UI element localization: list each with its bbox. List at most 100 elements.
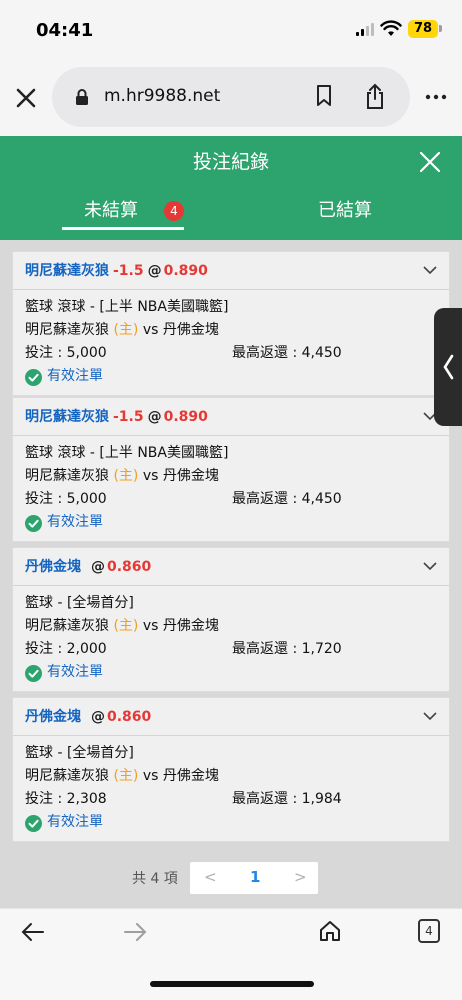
bet-at: @ (91, 709, 105, 725)
lock-icon (76, 89, 88, 105)
home-tag: (主) (113, 768, 139, 784)
home-indicator (150, 981, 314, 987)
bet-at: @ (147, 263, 162, 279)
close-icon[interactable] (12, 84, 40, 112)
forward-arrow-icon[interactable] (122, 921, 148, 943)
check-circle-icon (25, 515, 42, 532)
bookmark-icon[interactable] (315, 84, 333, 108)
bet-status: 有效注單 (25, 365, 437, 389)
bet-amounts: 投注 : 5,000 最高返還 : 4,450 (25, 488, 437, 511)
page-title: 投注紀錄 (192, 151, 269, 173)
more-icon[interactable] (425, 93, 447, 101)
bet-card: 明尼蘇達灰狼 -1.5 @0.890 籃球 滾球 - [上半 NBA美國職籃] 明尼… (12, 397, 450, 542)
bet-card-body: 籃球 滾球 - [上半 NBA美國職籃] 明尼蘇達灰狼 (主) vs 丹佛金塊 … (13, 290, 449, 395)
bet-card-header[interactable]: 明尼蘇達灰狼 -1.5 @0.890 (13, 398, 449, 436)
bet-match: 明尼蘇達灰狼 (主) vs 丹佛金塊 (25, 615, 437, 638)
bet-selection: 明尼蘇達灰狼 (25, 409, 109, 425)
bet-league: 籃球 - [全場首分] (25, 595, 134, 611)
max-return: 最高返還 : 4,450 (232, 345, 342, 361)
chevron-down-icon[interactable] (423, 265, 437, 275)
max-return: 最高返還 : 1,984 (232, 791, 342, 807)
signal-icon (356, 22, 374, 36)
pager-total: 共 4 項 (132, 871, 178, 887)
away-team: 丹佛金塊 (162, 768, 219, 784)
vs-label: vs (142, 322, 159, 338)
bet-league: 籃球 滾球 - [上半 NBA美國職籃] (25, 299, 229, 315)
url-text: m.hr9988.net (104, 86, 221, 106)
vs-label: vs (142, 468, 159, 484)
bet-odds: 0.860 (107, 709, 152, 725)
home-tag: (主) (113, 618, 139, 634)
vs-label: vs (142, 618, 159, 634)
home-icon[interactable] (318, 919, 342, 943)
bet-selection: 丹佛金塊 (25, 559, 81, 575)
pager-page-1[interactable]: 1 (250, 868, 260, 886)
pager-next-button[interactable]: > (294, 868, 307, 886)
bet-odds: 0.860 (107, 559, 152, 575)
bet-odds: 0.890 (163, 263, 208, 279)
chevron-left-icon (443, 354, 454, 380)
bet-card-header[interactable]: 丹佛金塊 @0.860 (13, 548, 449, 586)
bet-handicap: -1.5 (113, 409, 144, 425)
battery-tip (439, 25, 442, 32)
battery-indicator: 78 (408, 20, 438, 38)
home-team: 明尼蘇達灰狼 (25, 468, 109, 484)
back-arrow-icon[interactable] (20, 921, 46, 943)
home-team: 明尼蘇達灰狼 (25, 768, 109, 784)
bet-card-header[interactable]: 丹佛金塊 @0.860 (13, 698, 449, 736)
max-return: 最高返還 : 4,450 (232, 491, 342, 507)
bet-status: 有效注單 (25, 811, 437, 835)
bet-status-label: 有效注單 (47, 368, 103, 384)
tab-settled[interactable]: 已結算 (318, 188, 372, 234)
bet-status-label: 有效注單 (47, 514, 103, 530)
bet-card: 丹佛金塊 @0.860 籃球 - [全場首分] 明尼蘇達灰狼 (主) vs 丹佛金… (12, 697, 450, 842)
bet-card: 明尼蘇達灰狼 -1.5 @0.890 籃球 滾球 - [上半 NBA美國職籃] 明尼… (12, 251, 450, 396)
away-team: 丹佛金塊 (162, 618, 219, 634)
home-team: 明尼蘇達灰狼 (25, 322, 109, 338)
bet-odds: 0.890 (163, 409, 208, 425)
tabs-count-button[interactable]: 4 (418, 919, 440, 943)
stake-amount: 投注 : 5,000 (25, 491, 107, 507)
stake-amount: 投注 : 2,000 (25, 641, 107, 657)
bet-status-label: 有效注單 (47, 814, 103, 830)
count-badge: 4 (164, 201, 184, 221)
pager-prev-button[interactable]: < (204, 868, 217, 886)
bet-status: 有效注單 (25, 511, 437, 535)
status-time: 04:41 (36, 20, 94, 41)
bet-league: 籃球 - [全場首分] (25, 745, 134, 761)
bet-match: 明尼蘇達灰狼 (主) vs 丹佛金塊 (25, 765, 437, 788)
bet-amounts: 投注 : 2,000 最高返還 : 1,720 (25, 638, 437, 661)
bet-card-header[interactable]: 明尼蘇達灰狼 -1.5 @0.890 (13, 252, 449, 290)
bet-match: 明尼蘇達灰狼 (主) vs 丹佛金塊 (25, 319, 437, 342)
chevron-down-icon[interactable] (423, 711, 437, 721)
max-return: 最高返還 : 1,720 (232, 641, 342, 657)
check-circle-icon (25, 815, 42, 832)
side-drawer-handle[interactable] (434, 308, 462, 426)
bet-card: 丹佛金塊 @0.860 籃球 - [全場首分] 明尼蘇達灰狼 (主) vs 丹佛金… (12, 547, 450, 692)
bet-at: @ (147, 409, 162, 425)
share-icon[interactable] (364, 82, 386, 110)
home-tag: (主) (113, 322, 139, 338)
stake-amount: 投注 : 2,308 (25, 791, 107, 807)
bet-amounts: 投注 : 5,000 最高返還 : 4,450 (25, 342, 437, 365)
active-tab-indicator (62, 227, 184, 230)
bet-amounts: 投注 : 2,308 最高返還 : 1,984 (25, 788, 437, 811)
chevron-down-icon[interactable] (423, 561, 437, 571)
vs-label: vs (142, 768, 159, 784)
check-circle-icon (25, 369, 42, 386)
tab-bar (0, 188, 462, 240)
pagination: < 1 > (190, 862, 318, 894)
away-team: 丹佛金塊 (162, 468, 219, 484)
bet-card-body: 籃球 - [全場首分] 明尼蘇達灰狼 (主) vs 丹佛金塊 投注 : 2,00… (13, 586, 449, 691)
bet-selection: 明尼蘇達灰狼 (25, 263, 109, 279)
home-team: 明尼蘇達灰狼 (25, 618, 109, 634)
away-team: 丹佛金塊 (162, 322, 219, 338)
bet-card-body: 籃球 - [全場首分] 明尼蘇達灰狼 (主) vs 丹佛金塊 投注 : 2,30… (13, 736, 449, 841)
stake-amount: 投注 : 5,000 (25, 345, 107, 361)
home-tag: (主) (113, 468, 139, 484)
bet-match: 明尼蘇達灰狼 (主) vs 丹佛金塊 (25, 465, 437, 488)
bet-status: 有效注單 (25, 661, 437, 685)
close-icon[interactable] (418, 150, 442, 174)
bet-card-body: 籃球 滾球 - [上半 NBA美國職籃] 明尼蘇達灰狼 (主) vs 丹佛金塊 … (13, 436, 449, 541)
bet-at: @ (91, 559, 105, 575)
